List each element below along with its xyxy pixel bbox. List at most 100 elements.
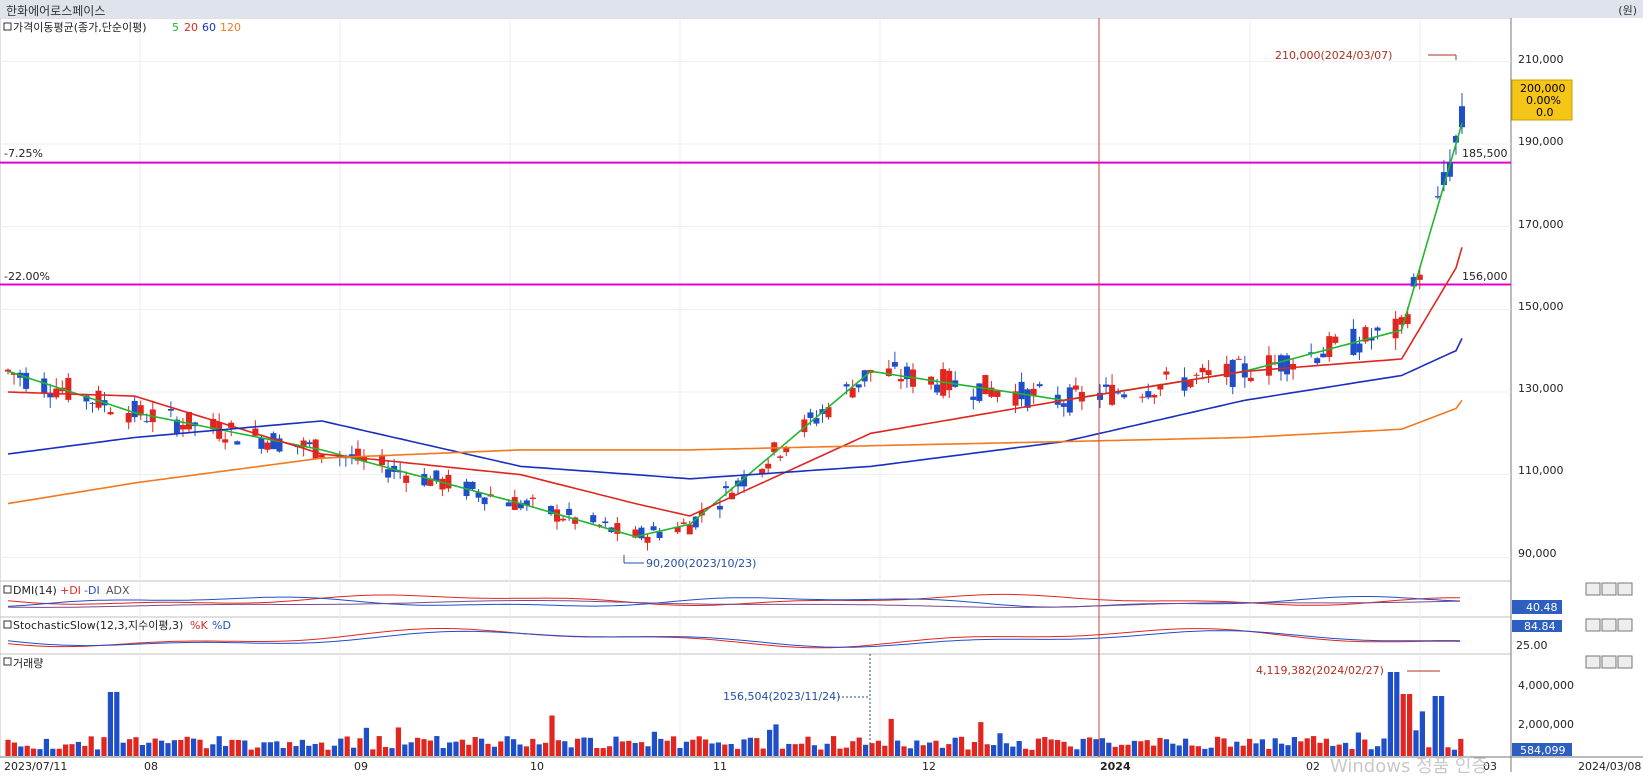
panel-minimize-button[interactable]: [1585, 582, 1601, 596]
panel-maximize-button[interactable]: [1601, 582, 1617, 596]
panel-close-button[interactable]: [1617, 618, 1633, 632]
candle-body: [650, 526, 657, 531]
volume-bar: [504, 736, 510, 756]
volume-bar: [1010, 746, 1016, 756]
volume-bar: [1125, 744, 1131, 756]
price-panel[interactable]: [0, 18, 1512, 582]
volume-bar: [703, 739, 709, 756]
candle-body: [167, 408, 174, 411]
stoch-legend-d: %D: [212, 619, 231, 632]
volume-bar: [1048, 739, 1054, 756]
panel-close-button[interactable]: [1617, 582, 1633, 596]
volume-bar: [875, 740, 881, 756]
volume-bar: [511, 739, 517, 756]
volume-bar: [779, 748, 785, 756]
dmi-legend-minus: -DI: [84, 584, 100, 597]
y-tick: 110,000: [1518, 464, 1564, 477]
volume-bar: [754, 738, 760, 756]
candle-body: [1181, 377, 1188, 391]
candle-body: [1187, 380, 1194, 387]
volume-bar: [1138, 741, 1144, 756]
volume-bar: [850, 741, 856, 756]
volume-bar: [991, 745, 997, 756]
volume-bar: [139, 745, 145, 756]
candle-body: [1036, 384, 1043, 387]
volume-bar: [1003, 743, 1009, 756]
volume-bar: [799, 743, 805, 756]
vol-y-tick: 2,000,000: [1518, 718, 1574, 731]
candle-body: [1103, 384, 1110, 387]
candle-body: [1145, 391, 1152, 398]
candle-body: [185, 411, 192, 430]
x-tick: 08: [144, 760, 158, 772]
x-end: 2024/03/08: [1578, 760, 1641, 772]
volume-bar: [1157, 737, 1163, 756]
volume-bar: [933, 740, 939, 756]
candle-body: [222, 439, 229, 443]
volume-bar: [165, 743, 171, 756]
volume-bar: [1042, 737, 1048, 756]
volume-bar: [1208, 747, 1214, 756]
volume-bar: [88, 736, 94, 756]
volume-bar: [805, 736, 811, 756]
volume-bar: [421, 739, 427, 756]
candle-body: [107, 412, 114, 415]
candle-body: [1199, 367, 1206, 373]
volume-bar: [31, 748, 37, 756]
volume-high-annotation: 4,119,382(2024/02/27): [1256, 664, 1384, 677]
candle-body: [403, 475, 410, 483]
volume-bar: [248, 749, 254, 756]
volume-bar: [1131, 740, 1137, 756]
candle-body: [1326, 336, 1333, 357]
volume-bar: [427, 740, 433, 756]
candle-body: [47, 393, 54, 398]
candle-body: [1205, 370, 1212, 376]
volume-bar: [363, 727, 369, 756]
candle-body: [1024, 389, 1031, 408]
volume-bar: [562, 741, 568, 756]
volume-bar: [888, 718, 894, 756]
volume-bar: [50, 748, 56, 756]
volume-bar: [1432, 696, 1438, 756]
volume-bar: [792, 744, 798, 756]
volume-bar: [1285, 745, 1291, 756]
volume-bar: [1247, 738, 1253, 756]
volume-bar: [613, 736, 619, 756]
volume-bar: [901, 746, 907, 756]
chart-canvas[interactable]: 가격이동평균(종가,단순이평) 5 20 60 120 -7.25% 185,5…: [0, 18, 1643, 772]
candle-body: [445, 474, 452, 489]
candle-body: [1392, 318, 1399, 339]
x-tick: 02: [1306, 760, 1320, 772]
volume-bar: [1221, 738, 1227, 756]
panel-maximize-button[interactable]: [1601, 655, 1617, 669]
volume-bar: [696, 736, 702, 756]
panel-minimize-button[interactable]: [1585, 618, 1601, 632]
volume-bar: [907, 748, 913, 756]
volume-bar: [274, 741, 280, 756]
panel-minimize-button[interactable]: [1585, 655, 1601, 669]
volume-bar: [120, 742, 126, 756]
volume-bar: [811, 745, 817, 756]
panel-maximize-button[interactable]: [1601, 618, 1617, 632]
candle-body: [554, 509, 561, 522]
candle-body: [306, 442, 313, 445]
windows-activation-watermark: Windows 정품 인증: [1330, 756, 1489, 777]
volume-bar: [978, 722, 984, 756]
volume-bar: [383, 746, 389, 756]
volume-bar: [1234, 741, 1240, 756]
volume-bar: [1112, 746, 1118, 756]
volume-bar: [376, 736, 382, 756]
volume-bar: [1074, 749, 1080, 756]
volume-bar: [671, 736, 677, 756]
volume-bar: [75, 741, 81, 756]
volume-bar: [95, 749, 101, 756]
candle-body: [1151, 394, 1158, 398]
volume-bar: [741, 739, 747, 756]
volume-bar: [1253, 743, 1259, 756]
y-tick: 170,000: [1518, 218, 1564, 231]
volume-bar: [882, 745, 888, 756]
volume-bar: [280, 747, 286, 756]
panel-close-button[interactable]: [1617, 655, 1633, 669]
x-start: 2023/07/11: [4, 760, 67, 772]
candle-body: [481, 497, 488, 505]
